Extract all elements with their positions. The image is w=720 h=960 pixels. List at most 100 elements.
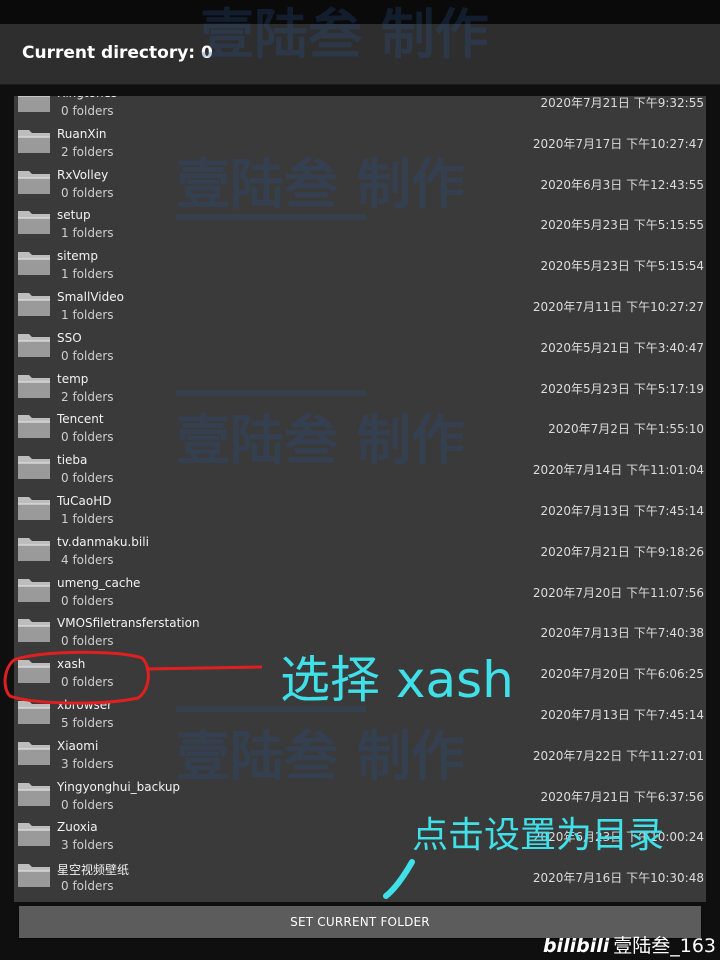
bilibili-credit: bilibili 壹陆叁_163 xyxy=(543,931,716,958)
folder-date: 2020年5月23日 下午5:17:19 xyxy=(540,381,704,396)
folder-name: TuCaoHD xyxy=(57,494,112,508)
folder-date: 2020年7月17日 下午10:27:47 xyxy=(532,136,704,151)
folder-name: setup xyxy=(57,208,91,223)
folder-row-星空视频壁纸[interactable]: 星空视频壁纸 0 folders 2020年7月16日 下午10:30:48 xyxy=(14,856,706,897)
annotation-select-xash: 选择 xash xyxy=(280,651,514,709)
folder-date: 2020年7月14日 下午11:01:04 xyxy=(532,463,704,478)
folder-name: VMOSfiletransferstation xyxy=(57,616,200,631)
folder-icon xyxy=(18,864,50,888)
folder-count: 2 folders xyxy=(61,389,114,404)
folder-count: 1 folders xyxy=(61,308,114,322)
folder-icon xyxy=(18,129,50,153)
folder-icon xyxy=(18,578,50,602)
folder-row-Ringtones[interactable]: Ringtones 0 folders 2020年7月21日 下午9:32:55 xyxy=(14,96,706,122)
folder-date: 2020年7月20日 下午6:06:25 xyxy=(540,667,704,682)
folder-date: 2020年7月21日 下午9:18:26 xyxy=(540,544,704,559)
folder-icon xyxy=(18,619,50,643)
folder-count: 1 folders xyxy=(61,267,114,282)
folder-icon xyxy=(18,456,50,480)
folder-row-umeng_cache[interactable]: umeng_cache 0 folders 2020年7月20日 下午11:07:5… xyxy=(14,571,706,612)
folder-date: 2020年7月13日 下午7:45:14 xyxy=(540,708,704,722)
folder-name: Ringtones xyxy=(57,96,117,100)
folder-icon xyxy=(18,170,50,194)
folder-icon xyxy=(18,96,50,112)
folder-count: 4 folders xyxy=(61,552,114,567)
app-header: Current directory: 0 xyxy=(0,24,720,85)
folder-date: 2020年5月21日 下午3:40:47 xyxy=(540,340,704,355)
folder-name: SmallVideo xyxy=(57,290,124,304)
folder-date: 2020年7月13日 下午7:40:38 xyxy=(540,626,704,641)
folder-count: 0 folders xyxy=(61,471,114,486)
folder-count: 1 folders xyxy=(61,226,114,241)
watermark-bar xyxy=(176,390,366,396)
folder-name: xash xyxy=(57,657,86,672)
folder-date: 2020年7月16日 下午10:30:48 xyxy=(532,871,704,886)
annotation-click-set: 点击设置为目录 xyxy=(412,815,665,856)
folder-count: 0 folders xyxy=(61,593,114,608)
folder-count: 0 folders xyxy=(61,675,114,690)
folder-icon xyxy=(18,823,50,847)
folder-name: Xiaomi xyxy=(57,738,99,753)
folder-count: 0 folders xyxy=(61,797,114,812)
folder-row-tv.danmaku.bili[interactable]: tv.danmaku.bili 4 folders 2020年7月21日 下午9:1… xyxy=(14,530,706,571)
folder-count: 0 folders xyxy=(61,634,114,649)
status-bar xyxy=(0,0,720,24)
bilibili-logo: bilibili xyxy=(542,935,610,957)
folder-name: tieba xyxy=(57,453,88,468)
folder-date: 2020年5月23日 下午5:15:55 xyxy=(540,218,704,233)
folder-row-Tencent[interactable]: Tencent 0 folders 2020年7月2日 下午1:55:10 xyxy=(14,407,706,448)
folder-name: Yingyonghui_backup xyxy=(57,779,181,794)
folder-row-RxVolley[interactable]: RxVolley 0 folders 2020年6月3日 下午12:43:55 xyxy=(14,163,706,204)
folder-row-setup[interactable]: setup 1 folders 2020年5月23日 下午5:15:55 xyxy=(14,203,706,244)
folder-date: 2020年7月2日 下午1:55:10 xyxy=(548,422,704,437)
folder-icon xyxy=(18,374,50,398)
folder-name: Tencent xyxy=(57,412,104,427)
folder-icon xyxy=(18,333,50,357)
folder-date: 2020年7月21日 下午6:37:56 xyxy=(540,789,704,804)
folder-icon xyxy=(18,252,50,276)
folder-date: 2020年5月23日 下午5:15:54 xyxy=(540,259,704,274)
folder-name: RxVolley xyxy=(57,167,109,182)
folder-icon xyxy=(18,741,50,765)
folder-name: sitemp xyxy=(57,249,98,264)
folder-count: 0 folders xyxy=(61,430,114,445)
folder-name: tv.danmaku.bili xyxy=(57,534,149,549)
folder-name: Zuoxia xyxy=(57,820,98,835)
folder-count: 2 folders xyxy=(61,144,114,159)
folder-name: xbrowser xyxy=(57,698,113,712)
folder-row-SmallVideo[interactable]: SmallVideo 1 folders 2020年7月11日 下午10:27:27 xyxy=(14,285,706,326)
watermark-bar xyxy=(176,214,366,220)
folder-icon xyxy=(18,415,50,439)
folder-date: 2020年6月3日 下午12:43:55 xyxy=(540,177,704,192)
folder-name: 星空视频壁纸 xyxy=(57,863,130,878)
folder-icon xyxy=(18,293,50,316)
folder-date: 2020年7月11日 下午10:27:27 xyxy=(532,300,704,314)
folder-count: 0 folders xyxy=(61,348,114,363)
folder-date: 2020年7月20日 下午11:07:56 xyxy=(532,585,704,600)
folder-name: temp xyxy=(57,371,89,386)
folder-count: 0 folders xyxy=(61,104,114,118)
folder-name: SSO xyxy=(57,330,82,345)
folder-icon xyxy=(18,497,50,520)
current-directory-title: Current directory: 0 xyxy=(22,43,213,63)
folder-count: 1 folders xyxy=(61,512,114,526)
folder-icon xyxy=(18,701,50,724)
folder-icon xyxy=(18,660,50,684)
folder-row-tieba[interactable]: tieba 0 folders 2020年7月14日 下午11:01:04 xyxy=(14,448,706,489)
folder-count: 5 folders xyxy=(61,716,114,730)
folder-count: 3 folders xyxy=(61,756,114,771)
folder-icon xyxy=(18,782,50,806)
credit-user: 壹陆叁_163 xyxy=(613,935,716,957)
folder-row-RuanXin[interactable]: RuanXin 2 folders 2020年7月17日 下午10:27:47 xyxy=(14,122,706,163)
folder-row-sitemp[interactable]: sitemp 1 folders 2020年5月23日 下午5:15:54 xyxy=(14,244,706,285)
folder-date: 2020年7月22日 下午11:27:01 xyxy=(532,748,704,763)
folder-row-Xiaomi[interactable]: Xiaomi 3 folders 2020年7月22日 下午11:27:01 xyxy=(14,734,706,775)
folder-row-temp[interactable]: temp 2 folders 2020年5月23日 下午5:17:19 xyxy=(14,367,706,408)
folder-icon xyxy=(18,211,50,235)
folder-date: 2020年7月13日 下午7:45:14 xyxy=(540,504,704,518)
folder-date: 2020年7月21日 下午9:32:55 xyxy=(540,96,704,110)
folder-count: 3 folders xyxy=(61,838,114,853)
folder-count: 0 folders xyxy=(61,879,114,894)
folder-row-TuCaoHD[interactable]: TuCaoHD 1 folders 2020年7月13日 下午7:45:14 xyxy=(14,489,706,530)
folder-row-SSO[interactable]: SSO 0 folders 2020年5月21日 下午3:40:47 xyxy=(14,326,706,367)
